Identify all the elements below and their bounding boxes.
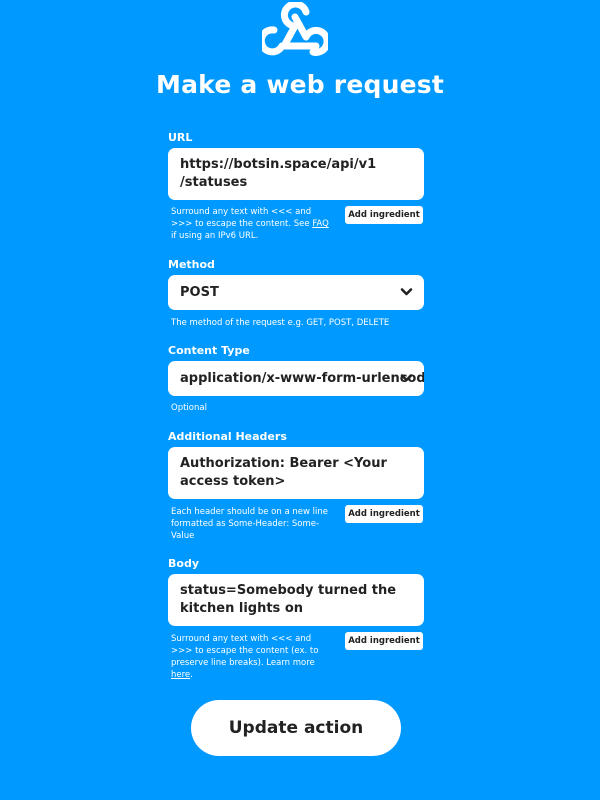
- url-help-prefix: Surround any text with <<< and >>> to es…: [171, 207, 313, 229]
- headers-help-text: Each header should be on a new line form…: [171, 507, 328, 541]
- body-add-ingredient-button[interactable]: Add ingredient: [345, 632, 423, 650]
- content-type-help-text: Optional: [171, 403, 207, 413]
- headers-label: Additional Headers: [168, 430, 287, 443]
- method-help-text: The method of the request e.g. GET, POST…: [171, 318, 390, 328]
- method-selected-value: POST: [180, 285, 219, 300]
- headers-input[interactable]: Authorization: Bearer <Your access token…: [168, 447, 424, 499]
- webhooks-icon: [262, 2, 328, 56]
- body-help-suffix: .: [190, 670, 193, 680]
- url-input[interactable]: https://botsin.space/api/v1 /statuses: [168, 148, 424, 200]
- content-type-select[interactable]: application/x-www-form-urlencoded: [168, 361, 424, 396]
- learn-more-link[interactable]: here: [171, 670, 190, 680]
- body-label: Body: [168, 557, 199, 570]
- chevron-down-icon: [400, 374, 413, 382]
- url-label: URL: [168, 131, 193, 144]
- content-type-selected-value: application/x-www-form-urlencoded: [180, 371, 424, 386]
- content-type-label: Content Type: [168, 344, 250, 357]
- body-input[interactable]: status=Somebody turned the kitchen light…: [168, 574, 424, 626]
- chevron-down-icon: [400, 288, 413, 296]
- url-help-suffix: if using an IPv6 URL.: [171, 231, 259, 241]
- method-select[interactable]: POST: [168, 275, 424, 310]
- body-help-text: Surround any text with <<< and >>> to es…: [171, 633, 331, 681]
- url-add-ingredient-button[interactable]: Add ingredient: [345, 206, 423, 224]
- method-label: Method: [168, 258, 215, 271]
- body-help-prefix: Surround any text with <<< and >>> to es…: [171, 634, 319, 668]
- update-action-button[interactable]: Update action: [191, 700, 401, 756]
- faq-link[interactable]: FAQ: [312, 219, 328, 229]
- page-title: Make a web request: [156, 70, 444, 99]
- url-help-text: Surround any text with <<< and >>> to es…: [171, 206, 331, 242]
- headers-add-ingredient-button[interactable]: Add ingredient: [345, 505, 423, 523]
